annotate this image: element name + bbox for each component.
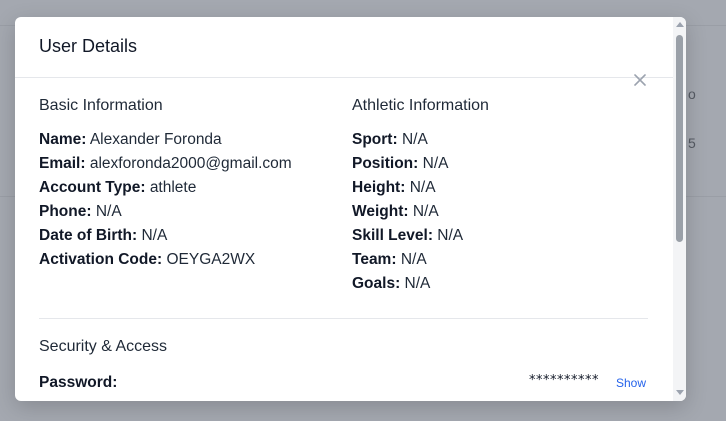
field-label: Sport: <box>352 131 398 148</box>
field-weight: Weight: N/A <box>352 200 652 224</box>
field-sport: Sport: N/A <box>352 128 652 152</box>
section-title-security: Security & Access <box>39 338 168 355</box>
field-phone: Phone: N/A <box>39 200 339 224</box>
field-value: N/A <box>95 203 122 220</box>
field-label: Account Type: <box>39 179 146 196</box>
athletic-information-section: Athletic Information Sport: N/A Position… <box>352 97 652 296</box>
field-value: OEYGA2WX <box>166 251 256 268</box>
field-height: Height: N/A <box>352 176 652 200</box>
field-date-of-birth: Date of Birth: N/A <box>39 224 339 248</box>
field-skill-level: Skill Level: N/A <box>352 224 652 248</box>
scrollbar-thumb[interactable] <box>676 35 683 242</box>
field-account-type: Account Type: athlete <box>39 176 339 200</box>
field-label: Date of Birth: <box>39 227 138 244</box>
field-label: Phone: <box>39 203 92 220</box>
close-icon <box>634 74 646 86</box>
background-text: o <box>688 86 696 102</box>
password-mask: ********** <box>529 373 599 388</box>
section-title-basic: Basic Information <box>39 97 163 114</box>
section-divider <box>39 318 648 319</box>
field-value: N/A <box>412 203 439 220</box>
field-label: Goals: <box>352 275 401 292</box>
field-value: athlete <box>149 179 197 196</box>
field-label: Name: <box>39 131 87 148</box>
basic-information-section: Basic Information Name: Alexander Forond… <box>39 97 339 272</box>
field-label: Position: <box>352 155 419 172</box>
scroll-up-arrow-icon[interactable] <box>676 22 684 27</box>
field-team: Team: N/A <box>352 248 652 272</box>
field-goals: Goals: N/A <box>352 272 652 296</box>
field-value: N/A <box>437 227 464 244</box>
field-label: Activation Code: <box>39 251 163 268</box>
field-label: Height: <box>352 179 406 196</box>
close-button[interactable] <box>630 70 650 90</box>
field-activation-code: Activation Code: OEYGA2WX <box>39 248 339 272</box>
password-label: Password: <box>39 374 118 391</box>
show-password-link[interactable]: Show <box>616 376 646 390</box>
field-value: Alexander Foronda <box>89 131 222 148</box>
modal-header: User Details <box>15 17 673 78</box>
field-value: N/A <box>400 251 427 268</box>
field-email: Email: alexforonda2000@gmail.com <box>39 152 339 176</box>
field-name: Name: Alexander Foronda <box>39 128 339 152</box>
modal-scrollbar[interactable] <box>673 17 686 401</box>
field-label: Skill Level: <box>352 227 433 244</box>
field-value: N/A <box>401 131 428 148</box>
field-label: Email: <box>39 155 86 172</box>
field-value: N/A <box>422 155 449 172</box>
scroll-down-arrow-icon[interactable] <box>676 390 684 395</box>
section-title-athletic: Athletic Information <box>352 97 489 114</box>
modal-title: User Details <box>39 36 138 56</box>
field-position: Position: N/A <box>352 152 652 176</box>
field-value: N/A <box>404 275 431 292</box>
field-label: Weight: <box>352 203 409 220</box>
field-label: Team: <box>352 251 397 268</box>
field-value: N/A <box>141 227 168 244</box>
user-details-modal: User Details Basic Information Name: Ale… <box>15 17 686 401</box>
field-value: alexforonda2000@gmail.com <box>89 155 292 172</box>
background-text: 5 <box>688 135 696 151</box>
field-value: N/A <box>409 179 436 196</box>
